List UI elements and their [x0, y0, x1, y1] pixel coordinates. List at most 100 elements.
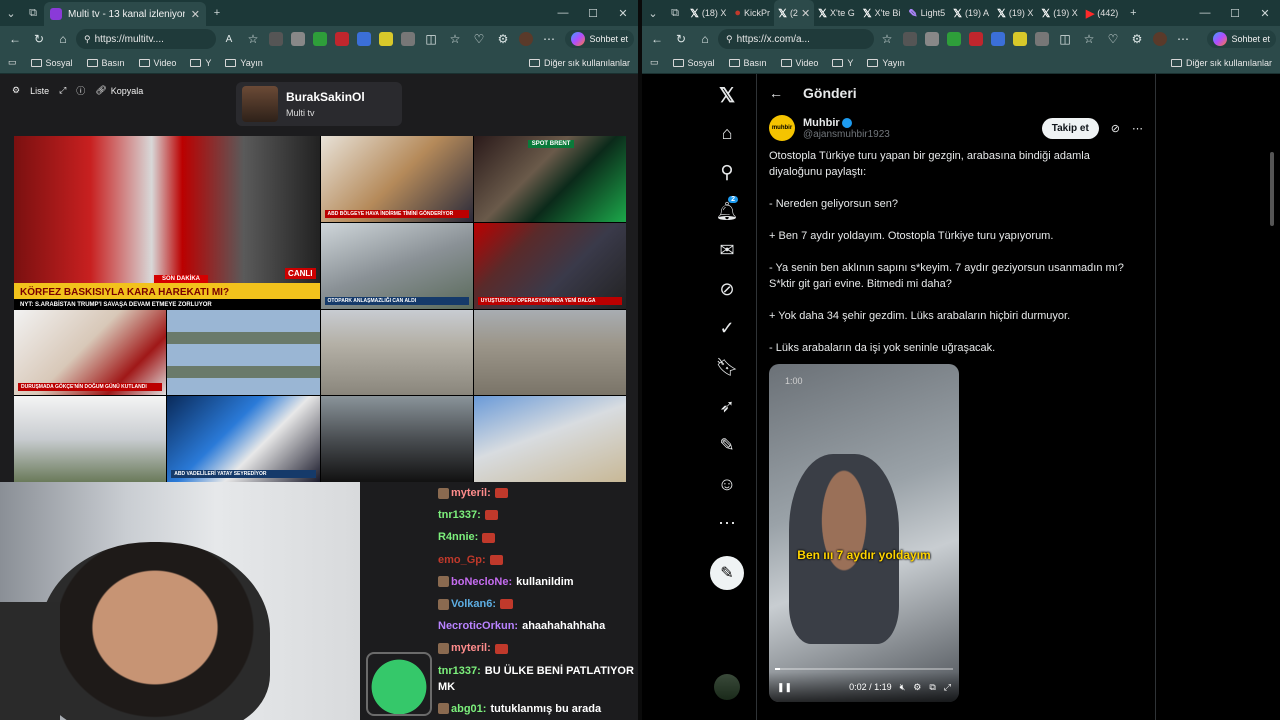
browser-tab[interactable]: ✎ Light5	[904, 0, 949, 26]
extension-icon[interactable]	[947, 32, 961, 46]
extension-icon[interactable]	[969, 32, 983, 46]
more-options-icon[interactable]: ⋯	[1132, 122, 1143, 135]
channel-tile[interactable]: SPOT BRENT	[473, 136, 626, 222]
extension-icon[interactable]	[1035, 32, 1049, 46]
browser-tab[interactable]: ▶ (442)	[1082, 0, 1122, 26]
maximize-icon[interactable]: ☐	[1220, 7, 1250, 20]
channel-tile[interactable]: DURUŞMADA GÖKÇE'NİN DOĞUM GÜNÜ KUTLANDI	[14, 309, 167, 396]
more-icon[interactable]: ⋯	[1172, 28, 1194, 50]
bookmark-folder[interactable]: Yayın	[225, 58, 263, 68]
extensions-icon[interactable]: ⚙	[1126, 28, 1148, 50]
bookmark-folder[interactable]: Sosyal	[672, 58, 715, 68]
home-icon[interactable]: ⌂	[52, 28, 74, 50]
extension-icon[interactable]	[357, 32, 371, 46]
extension-icon[interactable]	[925, 32, 939, 46]
channel-tile[interactable]	[473, 396, 626, 482]
extension-icon[interactable]	[1013, 32, 1027, 46]
profile-avatar[interactable]	[519, 32, 533, 46]
grok-icon[interactable]: ⊘	[714, 276, 740, 302]
browser-tab[interactable]: 𝕏 X'te Bi	[859, 0, 905, 26]
rocket-icon[interactable]: ➶	[714, 393, 740, 419]
search-icon[interactable]: ⚲	[714, 159, 740, 185]
home-icon[interactable]: ⌂	[694, 28, 716, 50]
browser-tab[interactable]: 𝕏 (19) X	[993, 0, 1037, 26]
close-window-icon[interactable]: ✕	[1250, 7, 1280, 20]
follow-button[interactable]: Takip et	[1041, 117, 1099, 139]
channel-tile[interactable]	[167, 309, 320, 396]
chat-username[interactable]: abg01:	[451, 703, 486, 715]
x-logo-icon[interactable]: 𝕏	[714, 82, 740, 108]
pip-icon[interactable]: ⧉	[929, 682, 935, 693]
bookmark-folder[interactable]: Y	[190, 58, 211, 68]
workspaces-icon[interactable]: ⧉	[664, 2, 686, 24]
bookmark-folder[interactable]: Basın	[86, 58, 125, 68]
split-screen-icon[interactable]: ◫	[420, 28, 442, 50]
author-name[interactable]: Muhbir	[803, 117, 840, 129]
browser-tab[interactable]: 𝕏 (19) X	[1037, 0, 1081, 26]
read-aloud-icon[interactable]: A	[218, 28, 240, 50]
close-window-icon[interactable]: ✕	[608, 7, 638, 20]
extension-icon[interactable]	[313, 32, 327, 46]
favorites-icon[interactable]: ☆	[444, 28, 466, 50]
mute-icon[interactable]: 🔇︎	[900, 682, 906, 693]
collections-icon[interactable]: ♡	[1102, 28, 1124, 50]
settings-icon[interactable]: ⚙	[12, 85, 20, 96]
favorites-icon[interactable]: ☆	[1078, 28, 1100, 50]
browser-tab[interactable]: 𝕏 (2 ✕	[774, 0, 815, 26]
extension-icon[interactable]	[335, 32, 349, 46]
extension-icon[interactable]	[379, 32, 393, 46]
tab-multitv[interactable]: Multi tv - 13 kanal izleniyor ✕	[44, 2, 206, 26]
extension-icon[interactable]	[269, 32, 283, 46]
extension-icon[interactable]	[401, 32, 415, 46]
back-icon[interactable]: ←	[646, 28, 668, 50]
browser-tab[interactable]: 𝕏 X'te G	[814, 0, 859, 26]
chat-username[interactable]: emo_Gp:	[438, 554, 486, 566]
extensions-icon[interactable]: ⚙	[492, 28, 514, 50]
extension-icon[interactable]	[903, 32, 917, 46]
browser-tab[interactable]: ● KickPr	[730, 0, 774, 26]
browser-tab[interactable]: 𝕏 (18) X	[686, 0, 730, 26]
author-avatar[interactable]: muhbir	[769, 115, 795, 141]
channel-tile[interactable]	[14, 396, 167, 482]
close-tab-icon[interactable]: ✕	[801, 7, 810, 20]
copilot-button[interactable]: Sohbet et	[1207, 30, 1276, 48]
bookmark-folder[interactable]: Video	[780, 58, 818, 68]
grok-explain-icon[interactable]: ⊘	[1111, 122, 1120, 135]
site-info-icon[interactable]: ⚲	[84, 34, 91, 45]
profile-avatar[interactable]	[1153, 32, 1167, 46]
chat-username[interactable]: myteril:	[451, 487, 491, 499]
new-tab-icon[interactable]: +	[1122, 2, 1144, 24]
chat-username[interactable]: Volkan6:	[451, 598, 496, 610]
chat-username[interactable]: R4nnie:	[438, 531, 478, 543]
channel-tile[interactable]: ABD BÖLGEYE HAVA İNDİRME TİMİNİ GÖNDERİY…	[320, 136, 473, 222]
url-field[interactable]: ⚲ https://x.com/a...	[718, 29, 874, 49]
bookmarks-toggle-icon[interactable]: ▭	[650, 57, 659, 68]
maximize-icon[interactable]: ☐	[578, 7, 608, 20]
channel-tile[interactable]	[320, 396, 473, 482]
minimize-icon[interactable]: —	[548, 7, 578, 20]
extension-icon[interactable]	[991, 32, 1005, 46]
other-favorites[interactable]: Diğer sık kullanılanlar	[528, 58, 630, 68]
channel-tile[interactable]	[320, 309, 473, 396]
bookmark-folder[interactable]: Sosyal	[30, 58, 73, 68]
tab-menu-icon[interactable]: ⌄	[0, 2, 22, 24]
compose-icon[interactable]: ✎	[710, 556, 744, 590]
fullscreen-icon[interactable]: ⤢	[944, 682, 951, 693]
notifications-icon[interactable]: 🔔︎ 2	[714, 196, 740, 224]
info-icon[interactable]: ⓘ	[76, 84, 85, 97]
profile-icon[interactable]: ☺	[714, 471, 740, 497]
video-player[interactable]: 1:00 Ben ııı 7 aydır yoldayım ❚❚ 0:02 / …	[769, 364, 959, 702]
verified-icon[interactable]: ✓	[714, 315, 740, 341]
channel-tile[interactable]: OTOPARK ANLAŞMAZLIĞI CAN ALDI	[320, 222, 473, 309]
chat-username[interactable]: tnr1337:	[438, 509, 481, 521]
extension-icon[interactable]	[291, 32, 305, 46]
back-arrow-icon[interactable]: ←	[769, 85, 783, 101]
fullscreen-icon[interactable]: ⤢	[59, 85, 66, 96]
refresh-icon[interactable]: ↻	[28, 28, 50, 50]
bookmarks-icon[interactable]: 🔖︎	[714, 354, 740, 380]
workspaces-icon[interactable]: ⧉	[22, 2, 44, 24]
site-info-icon[interactable]: ⚲	[726, 34, 733, 45]
chat-username[interactable]: boNecloNe:	[451, 576, 512, 588]
refresh-icon[interactable]: ↻	[670, 28, 692, 50]
settings-icon[interactable]: ⚙	[913, 682, 921, 693]
